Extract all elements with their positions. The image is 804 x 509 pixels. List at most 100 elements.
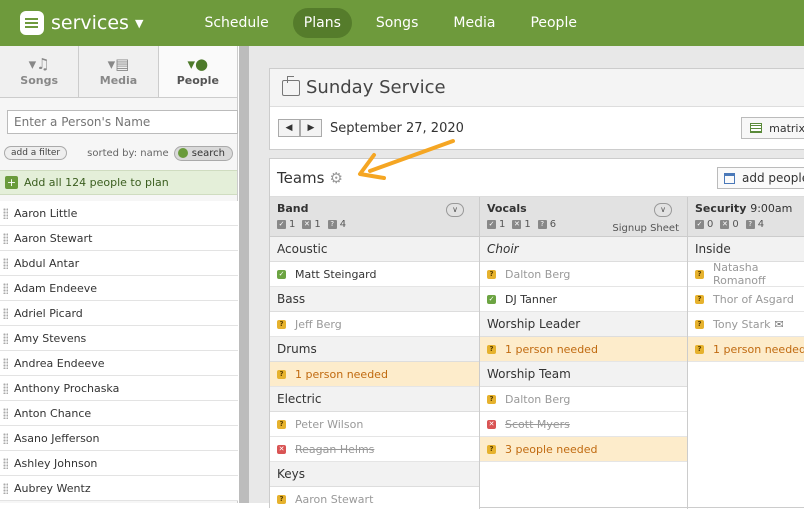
team-header: Band ✓ 1 ✕ 1? 4 ∨ [270, 197, 479, 237]
person-row[interactable]: Adam Endeeve [0, 276, 238, 301]
tab-songs[interactable]: ▾♫ Songs [0, 46, 80, 97]
drag-handle-icon[interactable] [3, 457, 8, 469]
tab-label: Songs [20, 74, 59, 87]
member-name: 1 person needed [713, 342, 804, 356]
people-needed-row[interactable]: ? 3 people needed [480, 437, 687, 462]
declined-count: ✕ 1 [512, 219, 531, 230]
tab-media[interactable]: ▾▤ Media [79, 46, 159, 97]
search-button[interactable]: search [173, 145, 233, 161]
person-name: Aaron Little [14, 206, 78, 220]
search-button-label: search [191, 147, 225, 159]
people-needed-row[interactable]: ? 1 person needed [688, 337, 804, 362]
signup-sheet-link[interactable]: Signup Sheet [612, 223, 679, 234]
plan-date-row: ◀ ▶ September 27, 2020 matrix [270, 107, 804, 149]
pending-icon: ? [745, 220, 755, 229]
tab-people[interactable]: ▾● People [158, 46, 237, 97]
drag-handle-icon[interactable] [3, 257, 8, 269]
team-member-row[interactable]: ? Dalton Berg [480, 262, 687, 287]
nav-songs[interactable]: Songs [365, 8, 430, 38]
team-member-row[interactable]: ? Natasha Romanoff [688, 261, 804, 287]
person-row[interactable]: Anthony Prochaska [0, 376, 238, 401]
add-people-button[interactable]: add people [717, 167, 804, 189]
filter-row: add a filter sorted by: name search [4, 144, 233, 162]
team-member-row[interactable]: ✓ DJ Tanner [480, 287, 687, 312]
team-member-row[interactable]: ✓ Matt Steingard [270, 262, 479, 287]
drag-handle-icon[interactable] [3, 232, 8, 244]
team-member-row[interactable]: ? Aaron Stewart [270, 487, 479, 509]
drag-handle-icon[interactable] [3, 307, 8, 319]
people-needed-row[interactable]: ? 1 person needed [480, 337, 687, 362]
drag-handle-icon[interactable] [3, 207, 8, 219]
drag-handle-icon[interactable] [3, 357, 8, 369]
team-member-row[interactable]: ✕ Scott Myers [480, 412, 687, 437]
confirmed-count-value: 1 [289, 219, 296, 230]
person-name: Amy Stevens [14, 331, 87, 345]
previous-plan-button[interactable]: ◀ [278, 119, 300, 137]
position-header: Inside [688, 237, 804, 262]
drag-handle-icon[interactable] [3, 407, 8, 419]
team-column-band: Band ✓ 1 ✕ 1? 4 ∨ Acoustic ✓ Matt Steingard Bass? J… [270, 197, 480, 509]
person-name: Adriel Picard [14, 306, 83, 320]
calendar-icon [724, 172, 735, 184]
pending-icon: ? [695, 319, 704, 329]
sidebar-tabs: ▾♫ Songs ▾▤ Media ▾● People [0, 46, 237, 98]
person-row[interactable]: Asano Jefferson [0, 426, 238, 451]
pending-icon: ? [695, 269, 704, 279]
person-row[interactable]: Anton Chance [0, 401, 238, 426]
add-all-people-button[interactable]: + Add all 124 people to plan [0, 170, 237, 195]
add-filter-button[interactable]: add a filter [4, 146, 68, 160]
drag-handle-icon[interactable] [3, 432, 8, 444]
confirmed-count-value: 1 [499, 219, 506, 230]
person-row[interactable]: Andrea Endeeve [0, 351, 238, 376]
declined-icon: ✕ [302, 220, 312, 229]
gear-icon[interactable]: ⚙ [329, 169, 342, 187]
member-name: Dalton Berg [505, 267, 571, 281]
person-row[interactable]: Aaron Little [0, 201, 238, 226]
team-name-label: Band [277, 202, 309, 215]
person-search-input[interactable] [7, 110, 238, 134]
pending-icon: ? [327, 220, 337, 229]
nav-plans[interactable]: Plans [292, 8, 352, 38]
people-needed-row[interactable]: ? 1 person needed [270, 362, 479, 387]
nav-people[interactable]: People [519, 8, 588, 38]
nav-schedule[interactable]: Schedule [193, 8, 279, 38]
envelope-icon: ✉ [774, 317, 784, 331]
member-name: Natasha Romanoff [713, 261, 766, 287]
pending-icon: ? [537, 220, 547, 229]
team-member-row[interactable]: ? Peter Wilson [270, 412, 479, 437]
person-row[interactable]: Ashley Johnson [0, 451, 238, 476]
team-name[interactable]: Security 9:00am [695, 202, 804, 215]
team-member-row[interactable]: ? Thor of Asgard [688, 287, 804, 312]
confirmed-count-value: 0 [707, 219, 714, 230]
member-name: Aaron Stewart [295, 492, 374, 506]
pending-count: ? 4 [327, 219, 346, 230]
pending-count-value: 6 [549, 219, 557, 230]
app-switcher[interactable]: services ▼ [20, 11, 143, 35]
person-row[interactable]: Adriel Picard [0, 301, 238, 326]
plan-export-icon[interactable] [282, 75, 300, 96]
drag-handle-icon[interactable] [3, 332, 8, 344]
team-options-chevron-icon[interactable]: ∨ [654, 203, 672, 217]
team-options-chevron-icon[interactable]: ∨ [446, 203, 464, 217]
pending-icon: ? [487, 394, 496, 404]
confirmed-icon: ✓ [487, 220, 496, 229]
person-row[interactable]: Abdul Antar [0, 251, 238, 276]
member-name: Jeff Berg [295, 317, 342, 331]
person-row[interactable]: Aubrey Wentz [0, 476, 238, 501]
drag-handle-icon[interactable] [3, 282, 8, 294]
sidebar-scrollbar[interactable] [239, 46, 249, 503]
next-plan-button[interactable]: ▶ [300, 119, 322, 137]
sort-label[interactable]: sorted by: name [87, 148, 168, 159]
pending-count: ? 6 [537, 219, 557, 230]
team-member-row[interactable]: ✕ Reagan Helms [270, 437, 479, 462]
team-member-row[interactable]: ? Jeff Berg [270, 312, 479, 337]
drag-handle-icon[interactable] [3, 382, 8, 394]
matrix-button[interactable]: matrix [741, 117, 804, 139]
team-member-row[interactable]: ? Dalton Berg [480, 387, 687, 412]
team-member-row[interactable]: ? Tony Stark ✉ [688, 312, 804, 337]
person-row[interactable]: Aaron Stewart [0, 226, 238, 251]
nav-media[interactable]: Media [442, 8, 506, 38]
declined-icon: ✕ [277, 444, 286, 454]
drag-handle-icon[interactable] [3, 482, 8, 494]
person-row[interactable]: Amy Stevens [0, 326, 238, 351]
